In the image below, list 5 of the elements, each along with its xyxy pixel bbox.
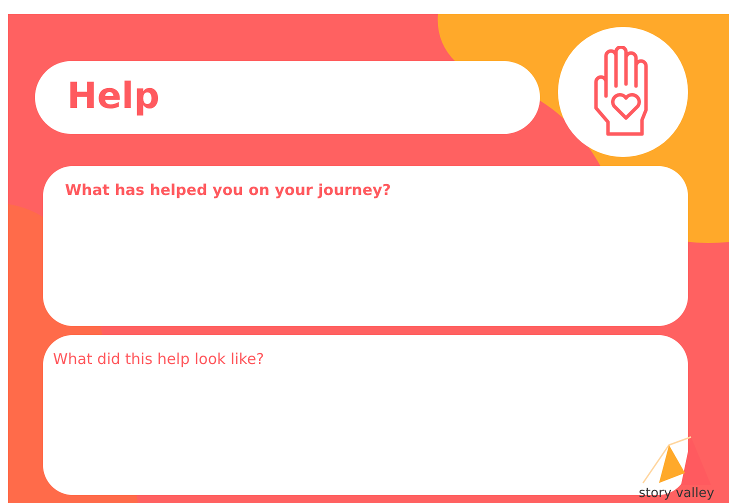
answer-box[interactable]: What has helped you on your journey? xyxy=(43,166,688,326)
page-title: Help xyxy=(67,75,160,119)
question-prompt: What has helped you on your journey? xyxy=(65,181,391,199)
mountain-logo-icon xyxy=(642,436,712,486)
question-prompt: What did this help look like? xyxy=(53,350,264,368)
